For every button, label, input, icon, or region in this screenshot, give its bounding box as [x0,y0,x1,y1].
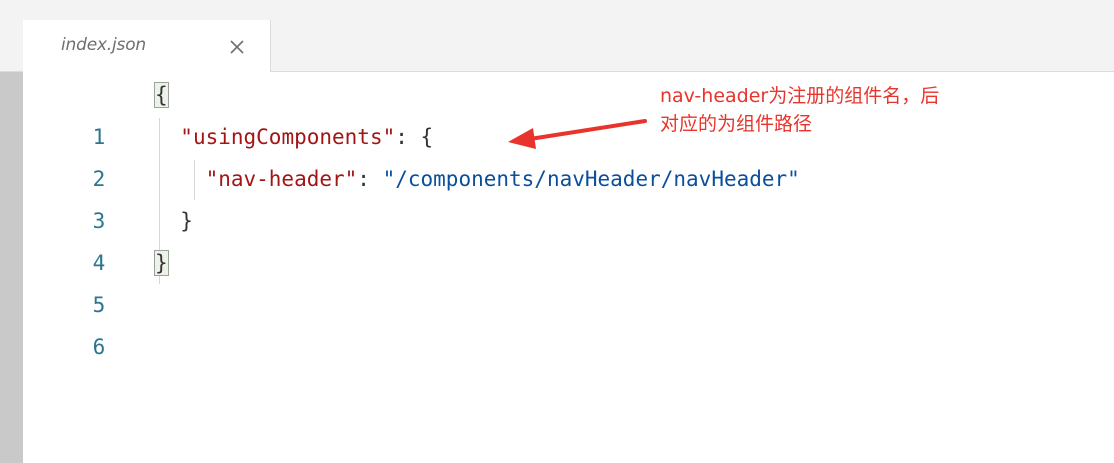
json-string-value: "/components/navHeader/navHeader" [382,167,800,191]
annotation-line: 对应的为组件路径 [660,113,813,135]
window-top-strip [0,0,1114,20]
annotation-line: nav-header为注册的组件名，后 [660,85,940,107]
annotation-callout: nav-header为注册的组件名，后 对应的为组件路径 [660,82,1080,138]
tab-index-json[interactable]: index.json [23,20,271,73]
json-colon: : [357,167,383,191]
tab-label: index.json [61,35,146,55]
json-brace: } [154,250,169,276]
code-line[interactable]: 3 "nav-header": "/components/navHeader/n… [23,158,1023,233]
code-line[interactable]: 5 } [23,242,1023,317]
json-colon: : [395,125,421,149]
code-line[interactable]: 4 } [23,200,1023,275]
close-icon[interactable] [225,35,249,59]
tab-bar: index.json [0,20,1114,73]
json-key: "nav-header" [205,167,358,191]
line-number: 6 [92,335,106,359]
json-brace: } [180,209,193,233]
activity-bar [0,72,23,463]
json-brace: { [420,125,434,149]
json-brace: { [154,82,169,108]
code-line[interactable]: 6 [23,284,1023,359]
json-key: "usingComponents" [180,125,396,149]
